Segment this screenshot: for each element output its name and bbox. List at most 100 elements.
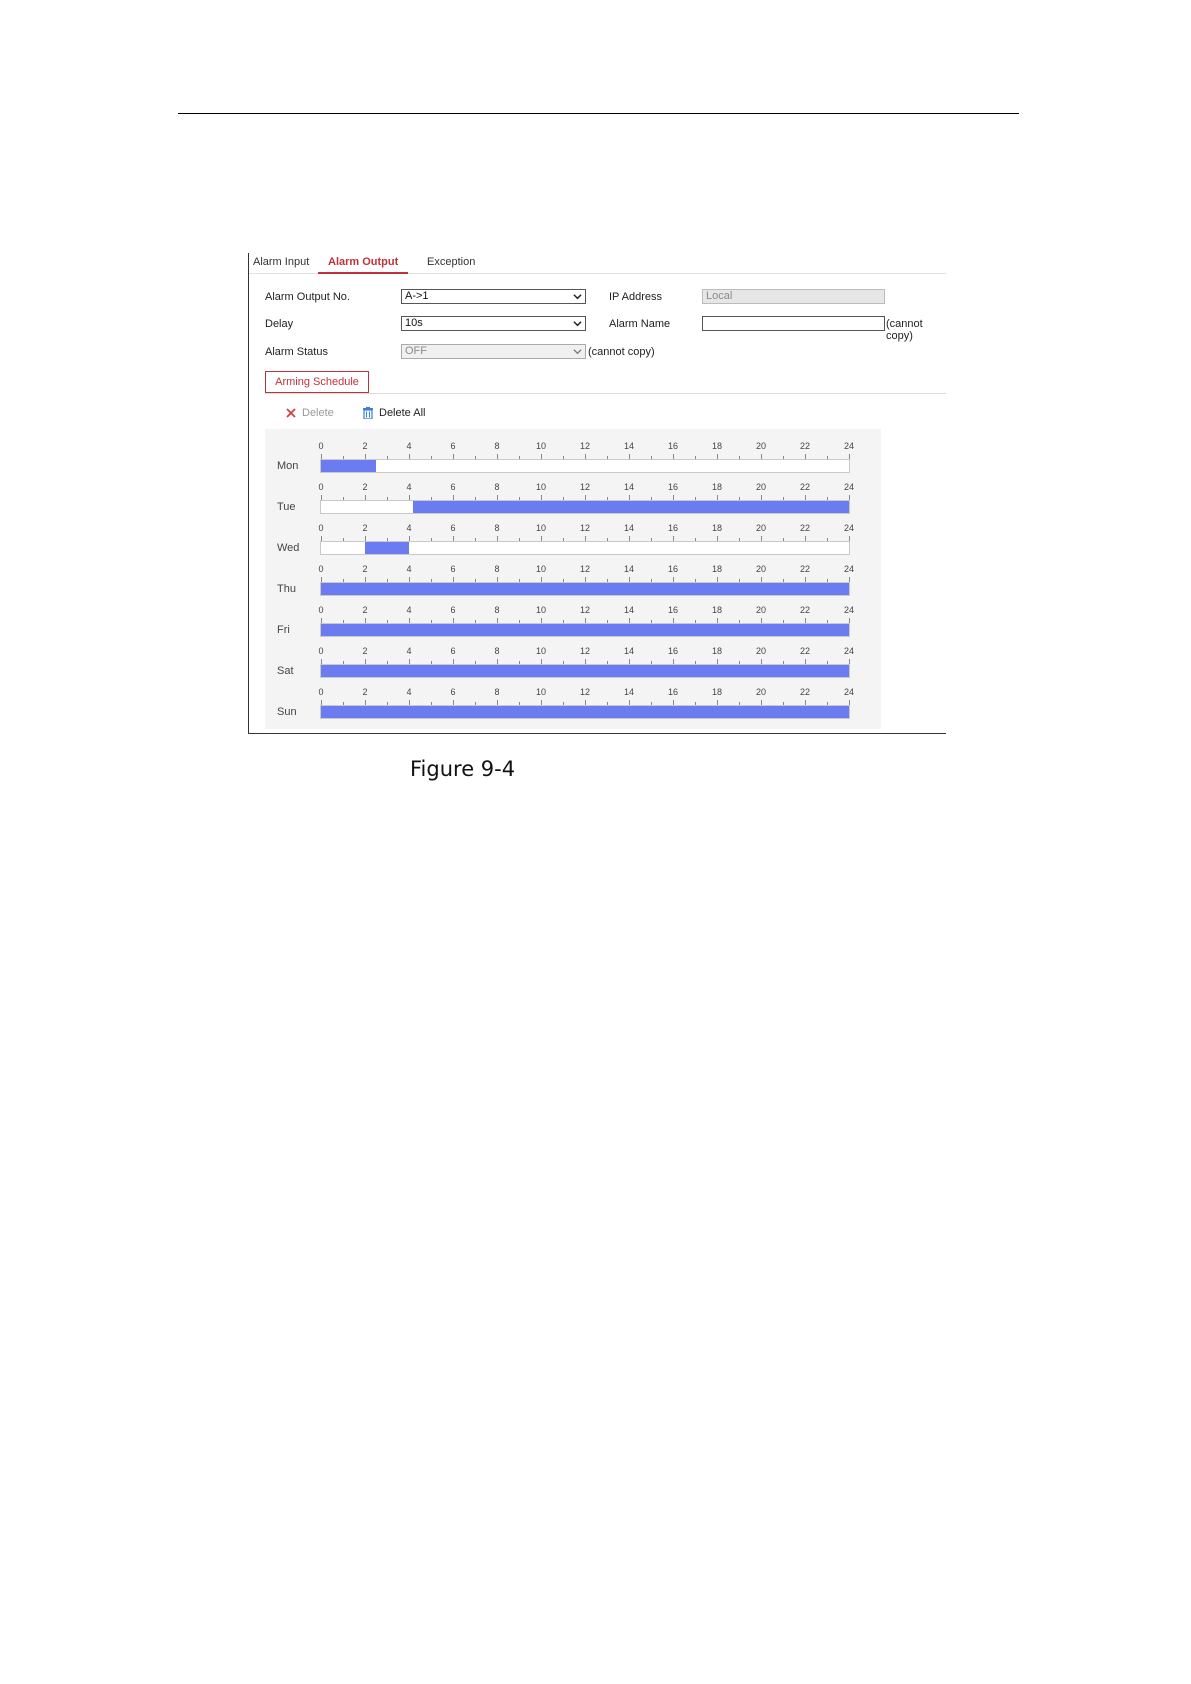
hour-tick-label: 8 [494, 564, 500, 574]
hour-tick-label: 10 [535, 441, 546, 451]
hour-tick-label: 14 [623, 441, 634, 451]
schedule-track-fri[interactable] [320, 623, 850, 637]
hour-tick-label: 24 [843, 605, 854, 615]
delay-label: Delay [265, 318, 294, 330]
hour-tick-label: 4 [406, 523, 412, 533]
hour-tick-label: 16 [667, 564, 678, 574]
schedule-segment[interactable] [321, 460, 376, 472]
hour-tick-label: 2 [362, 687, 368, 697]
chevron-down-icon [573, 294, 582, 300]
hour-tick-label: 18 [711, 564, 722, 574]
schedule-segment[interactable] [365, 542, 409, 554]
day-label: Tue [277, 501, 296, 513]
schedule-track-thu[interactable] [320, 582, 850, 596]
chevron-down-icon [573, 321, 582, 327]
alarm-name-input[interactable] [702, 316, 885, 331]
hour-tick-label: 20 [755, 564, 766, 574]
delete-button[interactable]: Delete [285, 405, 345, 421]
hour-tick-label: 18 [711, 605, 722, 615]
hour-tick-label: 20 [755, 605, 766, 615]
day-label: Fri [277, 624, 290, 636]
hour-tick-label: 6 [450, 441, 456, 451]
hour-tick-label: 6 [450, 482, 456, 492]
tab-alarm-input[interactable]: Alarm Input [253, 253, 309, 273]
delay-select[interactable]: 10s [401, 316, 586, 331]
hour-tick-label: 16 [667, 605, 678, 615]
hour-tick-label: 22 [799, 687, 810, 697]
schedule-track-sun[interactable] [320, 705, 850, 719]
hour-tick-label: 4 [406, 646, 412, 656]
hour-tick-label: 10 [535, 605, 546, 615]
hour-tick-label: 8 [494, 441, 500, 451]
schedule-segment[interactable] [321, 665, 849, 677]
chevron-down-icon [573, 349, 582, 355]
arming-schedule-tab[interactable]: Arming Schedule [265, 371, 369, 393]
hour-tick-label: 14 [623, 564, 634, 574]
trash-icon [363, 407, 373, 419]
hour-tick-label: 4 [406, 605, 412, 615]
schedule-track-sat[interactable] [320, 664, 850, 678]
hour-tick-label: 0 [318, 523, 324, 533]
day-label: Mon [277, 460, 299, 472]
close-icon [286, 408, 296, 418]
hour-tick-label: 22 [799, 482, 810, 492]
hour-tick-label: 12 [579, 646, 590, 656]
hour-tick-label: 10 [535, 523, 546, 533]
hour-tick-label: 20 [755, 441, 766, 451]
delete-all-button[interactable]: Delete All [362, 405, 437, 421]
hour-tick-label: 6 [450, 564, 456, 574]
hour-tick-label: 16 [667, 687, 678, 697]
schedule-track-tue[interactable] [320, 500, 850, 514]
hour-tick-label: 24 [843, 523, 854, 533]
hour-tick-label: 8 [494, 687, 500, 697]
hour-tick-label: 10 [535, 564, 546, 574]
alarm-output-no-select[interactable]: A->1 [401, 289, 586, 304]
delete-label: Delete [302, 407, 334, 419]
hour-tick-label: 10 [535, 646, 546, 656]
tab-alarm-output[interactable]: Alarm Output [318, 253, 409, 274]
hour-tick-label: 18 [711, 687, 722, 697]
arming-schedule-grid: 0 2 4 6 8 10 12 14 16 18 20 22 24 Mon 0 2 4 6 8 10 12 14 16 18 2… [265, 429, 881, 729]
tab-exception[interactable]: Exception [427, 253, 475, 273]
hour-tick-label: 18 [711, 523, 722, 533]
hour-tick-label: 22 [799, 605, 810, 615]
schedule-segment[interactable] [321, 624, 849, 636]
hour-tick-label: 12 [579, 441, 590, 451]
schedule-track-wed[interactable] [320, 541, 850, 555]
hour-tick-label: 8 [494, 605, 500, 615]
alarm-status-value: OFF [405, 345, 427, 357]
hour-tick-label: 22 [799, 441, 810, 451]
hour-tick-label: 18 [711, 646, 722, 656]
hour-tick-label: 12 [579, 482, 590, 492]
hour-tick-label: 6 [450, 523, 456, 533]
hour-tick-label: 12 [579, 605, 590, 615]
delay-value: 10s [405, 317, 423, 329]
hour-tick-label: 2 [362, 605, 368, 615]
divider [265, 393, 946, 394]
hour-tick-label: 14 [623, 482, 634, 492]
hour-tick-label: 6 [450, 687, 456, 697]
hour-tick-label: 22 [799, 564, 810, 574]
hour-tick-label: 22 [799, 646, 810, 656]
hour-tick-label: 6 [450, 646, 456, 656]
schedule-track-mon[interactable] [320, 459, 850, 473]
ip-address-label: IP Address [609, 291, 662, 303]
hour-tick-label: 16 [667, 441, 678, 451]
hour-tick-label: 2 [362, 482, 368, 492]
hour-tick-label: 18 [711, 482, 722, 492]
hour-tick-label: 14 [623, 687, 634, 697]
tab-bar: Alarm Input Alarm Output Exception [249, 253, 946, 274]
hour-tick-label: 20 [755, 482, 766, 492]
hour-tick-label: 16 [667, 482, 678, 492]
alarm-status-note: (cannot copy) [588, 346, 655, 358]
hour-tick-label: 8 [494, 646, 500, 656]
hour-tick-label: 12 [579, 687, 590, 697]
day-label: Sat [277, 665, 294, 677]
hour-tick-label: 24 [843, 482, 854, 492]
hour-tick-label: 14 [623, 523, 634, 533]
schedule-segment[interactable] [321, 583, 849, 595]
schedule-segment[interactable] [413, 501, 849, 513]
schedule-segment[interactable] [321, 706, 849, 718]
day-label: Wed [277, 542, 300, 554]
page-header-rule [178, 113, 1019, 114]
